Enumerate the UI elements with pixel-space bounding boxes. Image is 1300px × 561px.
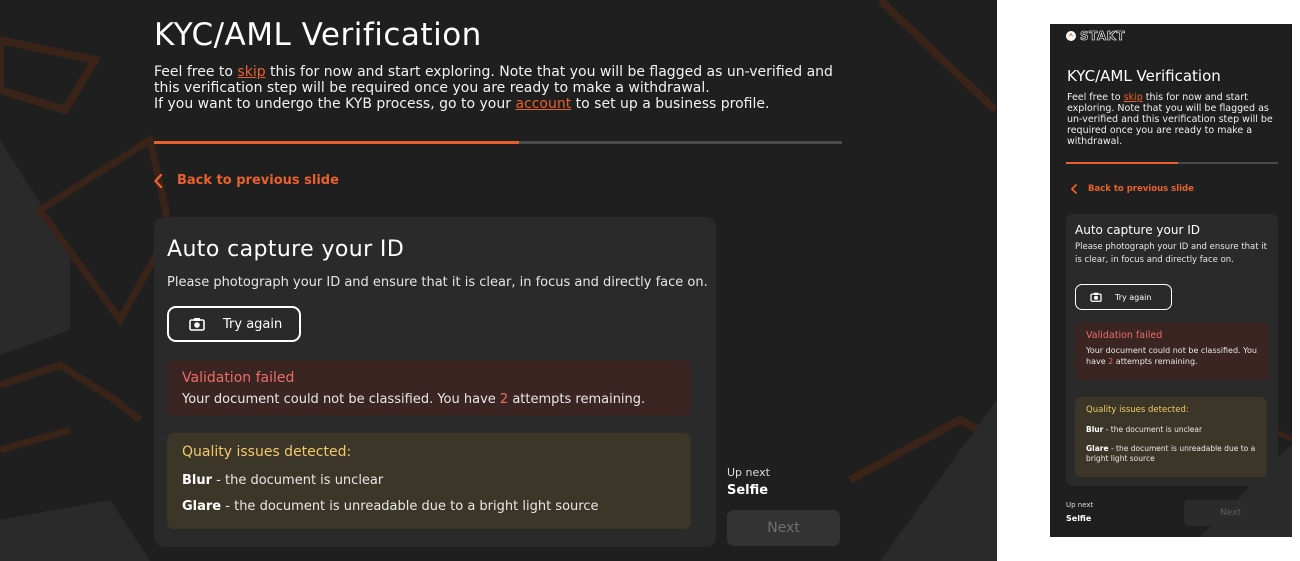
intro-text-part: to set up a business profile. — [571, 96, 770, 112]
quality-issue-name: Glare — [182, 499, 222, 514]
mobile-card-description: Please photograph your ID and ensure tha… — [1075, 242, 1267, 265]
desktop-view: KYC/AML Verification Feel free to skip t… — [0, 0, 997, 561]
chevron-left-icon — [154, 173, 163, 188]
mobile-up-next-label: Up next — [1066, 501, 1094, 509]
mobile-back-label: Back to previous slide — [1088, 184, 1194, 194]
mobile-card-title: Auto capture your ID — [1075, 223, 1200, 237]
mobile-quality-issue-desc: - the document is unclear — [1103, 425, 1203, 434]
mobile-validation-failed-alert: Validation failed Your document could no… — [1075, 322, 1269, 380]
validation-failed-message: Your document could not be classified. Y… — [182, 392, 645, 407]
quality-issue-desc: - the document is unreadable due to a br… — [221, 499, 599, 514]
progress-bar — [154, 141, 842, 144]
mobile-quality-issues-alert: Quality issues detected: Blur - the docu… — [1075, 397, 1267, 477]
try-again-button[interactable]: Try again — [167, 306, 301, 342]
mobile-preview: STAKT KYC/AML Verification Feel free to … — [1050, 24, 1292, 537]
mobile-validation-title: Validation failed — [1086, 330, 1163, 341]
try-again-label: Try again — [223, 316, 283, 332]
validation-message-part: Your document could not be classified. Y… — [182, 392, 500, 407]
mobile-up-next-value: Selfie — [1066, 514, 1092, 523]
page-title: KYC/AML Verification — [154, 17, 482, 53]
mobile-quality-issue-item: Blur - the document is unclear — [1086, 425, 1202, 434]
back-button[interactable]: Back to previous slide — [154, 173, 339, 188]
next-button[interactable]: Next — [727, 510, 840, 546]
chevron-left-icon — [1071, 184, 1077, 194]
mobile-skip-link[interactable]: skip — [1124, 92, 1143, 103]
quality-issues-alert: Quality issues detected: Blur - the docu… — [167, 433, 691, 529]
mobile-capture-card: Auto capture your ID Please photograph y… — [1066, 214, 1278, 486]
mobile-next-button[interactable]: Next — [1184, 500, 1277, 526]
intro-text-part: Feel free to — [154, 64, 238, 80]
quality-issue-item: Glare - the document is unreadable due t… — [182, 499, 598, 514]
validation-failed-alert: Validation failed Your document could no… — [167, 360, 691, 416]
stakt-logo: STAKT — [1065, 29, 1125, 43]
logo-icon — [1066, 31, 1076, 41]
card-description: Please photograph your ID and ensure tha… — [167, 275, 708, 290]
mobile-validation-part: attempts remaining. — [1113, 357, 1198, 366]
mobile-quality-issue-item: Glare - the document is unreadable due t… — [1086, 444, 1261, 464]
quality-issue-desc: - the document is unclear — [212, 473, 384, 488]
account-link[interactable]: account — [515, 96, 571, 112]
mobile-progress-fill — [1066, 162, 1179, 164]
mobile-quality-issue-desc: - the document is unreadable due to a br… — [1086, 444, 1256, 463]
validation-failed-title: Validation failed — [182, 370, 295, 386]
quality-issues-title: Quality issues detected: — [182, 444, 352, 460]
main-content: KYC/AML Verification Feel free to skip t… — [0, 0, 997, 561]
skip-link[interactable]: skip — [237, 64, 265, 80]
mobile-back-button[interactable]: Back to previous slide — [1071, 184, 1194, 194]
progress-fill — [154, 141, 519, 144]
up-next-label: Up next — [727, 466, 770, 479]
capture-card: Auto capture your ID Please photograph y… — [154, 217, 716, 547]
quality-issue-name: Blur — [182, 473, 213, 488]
intro-text: Feel free to skip this for now and start… — [154, 64, 834, 112]
validation-message-part: attempts remaining. — [508, 392, 646, 407]
mobile-page-title: KYC/AML Verification — [1067, 67, 1221, 85]
mobile-quality-issue-name: Glare — [1086, 444, 1109, 453]
quality-issue-item: Blur - the document is unclear — [182, 473, 383, 488]
mobile-progress-bar — [1066, 162, 1278, 164]
mobile-validation-message: Your document could not be classified. Y… — [1086, 345, 1266, 367]
up-next-value: Selfie — [727, 483, 769, 498]
mobile-try-again-button[interactable]: Try again — [1075, 284, 1172, 310]
mobile-intro-part: Feel free to — [1067, 92, 1124, 103]
mobile-quality-title: Quality issues detected: — [1086, 405, 1189, 415]
mobile-try-again-label: Try again — [1115, 292, 1152, 302]
camera-icon — [1090, 292, 1102, 302]
mobile-intro-text: Feel free to skip this for now and start… — [1067, 92, 1279, 147]
attempts-remaining: 2 — [499, 392, 509, 407]
back-button-label: Back to previous slide — [177, 173, 339, 188]
logo-text: STAKT — [1080, 29, 1126, 44]
mobile-quality-issue-name: Blur — [1086, 425, 1104, 434]
intro-text-part: If you want to undergo the KYB process, … — [154, 96, 516, 112]
card-title: Auto capture your ID — [167, 237, 405, 262]
camera-icon — [189, 317, 205, 331]
